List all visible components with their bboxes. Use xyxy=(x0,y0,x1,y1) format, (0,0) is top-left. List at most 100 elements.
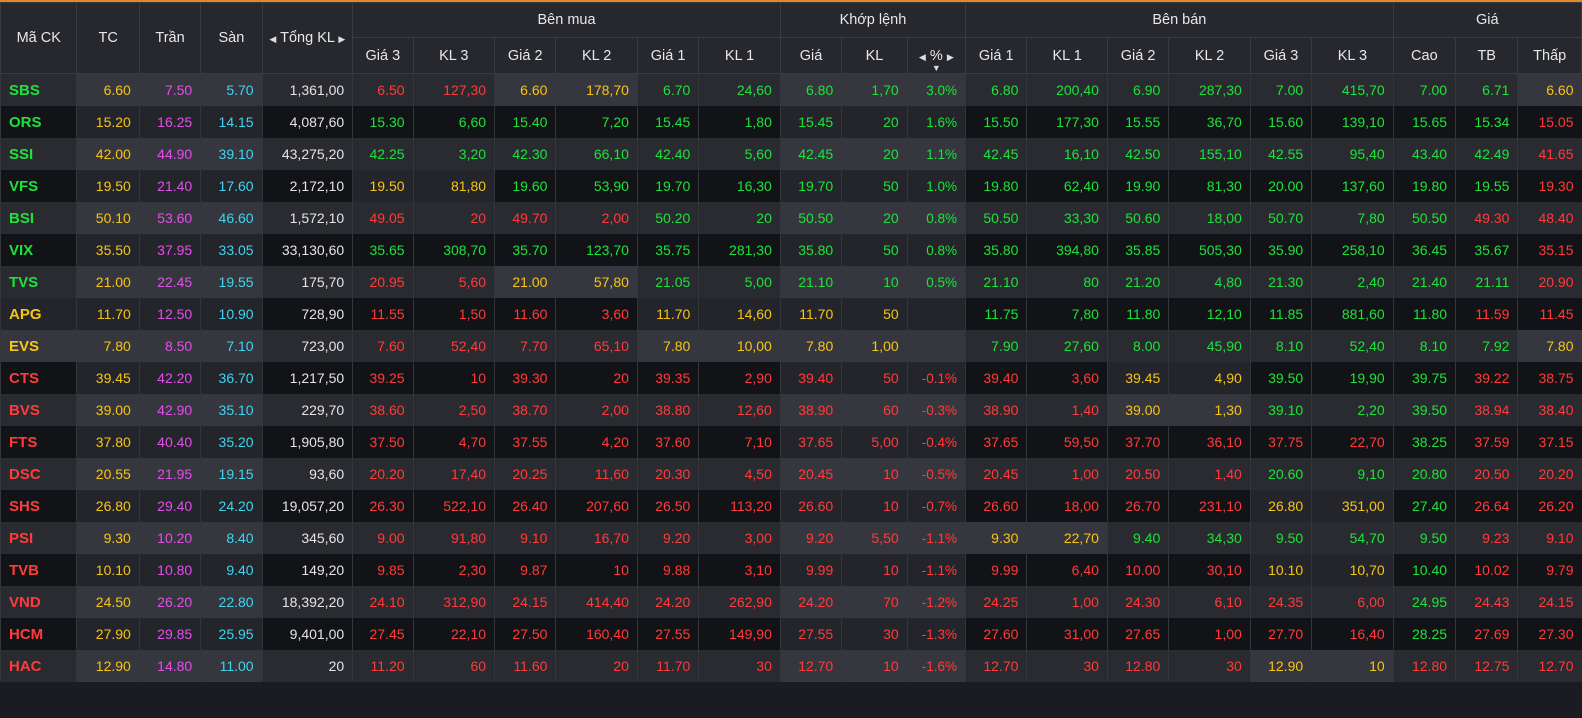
cell-buy-vol3[interactable]: 127,30 xyxy=(412,73,495,106)
cell-buy-price3[interactable]: 7.60 xyxy=(352,330,414,362)
cell-buy-vol1[interactable]: 14,60 xyxy=(698,298,781,330)
cell-sell-vol3[interactable]: 2,20 xyxy=(1311,394,1394,426)
cell-sell-price1[interactable]: 20.45 xyxy=(965,458,1027,490)
cell-buy-vol2[interactable]: 16,70 xyxy=(555,522,638,554)
cell-sell-vol1[interactable]: 18,00 xyxy=(1026,490,1108,522)
col-buy-vol1[interactable]: KL 1 xyxy=(698,37,781,74)
cell-symbol[interactable]: EVS xyxy=(0,330,77,362)
col-total-volume[interactable]: ◀ Tổng KL ▶ xyxy=(261,2,354,74)
cell-sell-price2[interactable]: 6.90 xyxy=(1106,73,1169,106)
cell-buy-vol1[interactable]: 12,60 xyxy=(698,394,781,426)
cell-buy-vol2[interactable]: 57,80 xyxy=(555,266,638,298)
cell-sell-vol2[interactable]: 30 xyxy=(1168,650,1251,682)
cell-buy-vol3[interactable]: 22,10 xyxy=(412,618,495,650)
cell-buy-vol2[interactable]: 414,40 xyxy=(555,586,638,618)
cell-symbol[interactable]: DSC xyxy=(0,458,77,490)
table-row[interactable]: EVS 7.80 8.50 7.10 723,00 7.60 52,40 7.70 65,10 7… xyxy=(0,330,1582,362)
cell-sell-vol1[interactable]: 31,00 xyxy=(1026,618,1108,650)
cell-buy-vol3[interactable]: 17,40 xyxy=(412,458,495,490)
cell-sell-vol1[interactable]: 1,40 xyxy=(1026,394,1108,426)
cell-sell-price1[interactable]: 6.80 xyxy=(965,73,1027,106)
table-row[interactable]: VIX 35.50 37.95 33.05 33,130,60 35.65 308,70 35… xyxy=(0,234,1582,266)
cell-symbol[interactable]: VIX xyxy=(0,234,77,266)
triangle-left-icon[interactable]: ◀ xyxy=(919,52,926,62)
cell-buy-price3[interactable]: 26.30 xyxy=(352,490,414,522)
table-row[interactable]: SBS 6.60 7.50 5.70 1,361,00 6.50 127,30 6.60 178… xyxy=(0,73,1582,106)
cell-sell-vol2[interactable]: 30,10 xyxy=(1168,554,1251,586)
cell-buy-vol1[interactable]: 4,50 xyxy=(698,458,781,490)
cell-buy-price2[interactable]: 21.00 xyxy=(494,266,556,298)
cell-buy-vol3[interactable]: 91,80 xyxy=(412,522,495,554)
cell-sell-vol1[interactable]: 6,40 xyxy=(1026,554,1108,586)
cell-sell-price3[interactable]: 9.50 xyxy=(1249,522,1312,554)
cell-symbol[interactable]: TVB xyxy=(0,554,77,586)
cell-sell-price2[interactable]: 20.50 xyxy=(1106,458,1169,490)
cell-buy-price2[interactable]: 39.30 xyxy=(494,362,556,394)
cell-buy-vol2[interactable]: 53,90 xyxy=(555,170,638,202)
cell-buy-price2[interactable]: 27.50 xyxy=(494,618,556,650)
cell-sell-price2[interactable]: 39.00 xyxy=(1106,394,1169,426)
cell-sell-price3[interactable]: 24.35 xyxy=(1249,586,1312,618)
cell-sell-vol1[interactable]: 200,40 xyxy=(1026,73,1108,106)
cell-buy-vol2[interactable]: 11,60 xyxy=(555,458,638,490)
cell-sell-vol1[interactable]: 30 xyxy=(1026,650,1108,682)
col-ref[interactable]: TC xyxy=(76,2,140,74)
cell-buy-vol1[interactable]: 262,90 xyxy=(698,586,781,618)
cell-sell-price3[interactable]: 39.10 xyxy=(1249,394,1312,426)
cell-sell-price1[interactable]: 24.25 xyxy=(965,586,1027,618)
cell-sell-vol3[interactable]: 16,40 xyxy=(1311,618,1394,650)
cell-sell-vol2[interactable]: 45,90 xyxy=(1168,330,1251,362)
table-row[interactable]: HCM 27.90 29.85 25.95 9,401,00 27.45 22,10 27.5… xyxy=(0,618,1582,650)
cell-symbol[interactable]: SBS xyxy=(0,73,77,106)
cell-sell-vol1[interactable]: 22,70 xyxy=(1026,522,1108,554)
cell-sell-price2[interactable]: 37.70 xyxy=(1106,426,1169,458)
cell-symbol[interactable]: SHS xyxy=(0,490,77,522)
cell-buy-vol1[interactable]: 3,00 xyxy=(698,522,781,554)
table-row[interactable]: VFS 19.50 21.40 17.60 2,172,10 19.50 81,80 19.6… xyxy=(0,170,1582,202)
cell-sell-vol3[interactable]: 19,90 xyxy=(1311,362,1394,394)
cell-buy-price2[interactable]: 35.70 xyxy=(494,234,556,266)
cell-sell-vol3[interactable]: 22,70 xyxy=(1311,426,1394,458)
cell-sell-price2[interactable]: 19.90 xyxy=(1106,170,1169,202)
cell-sell-vol3[interactable]: 415,70 xyxy=(1311,73,1394,106)
cell-sell-vol1[interactable]: 1,00 xyxy=(1026,458,1108,490)
cell-buy-vol3[interactable]: 2,50 xyxy=(412,394,495,426)
cell-symbol[interactable]: VND xyxy=(0,586,77,618)
cell-buy-price1[interactable]: 26.50 xyxy=(636,490,699,522)
cell-sell-price3[interactable]: 37.75 xyxy=(1249,426,1312,458)
cell-sell-price2[interactable]: 9.40 xyxy=(1106,522,1169,554)
cell-sell-vol2[interactable]: 4,80 xyxy=(1168,266,1251,298)
cell-buy-vol2[interactable]: 7,20 xyxy=(555,106,638,138)
cell-buy-vol2[interactable]: 3,60 xyxy=(555,298,638,330)
cell-sell-price2[interactable]: 21.20 xyxy=(1106,266,1169,298)
table-row[interactable]: HAC 12.90 14.80 11.00 20 11.20 60 11.60 20 11.70 3… xyxy=(0,650,1582,682)
col-symbol[interactable]: Mã CK xyxy=(0,2,78,74)
cell-sell-vol3[interactable]: 137,60 xyxy=(1311,170,1394,202)
cell-sell-vol1[interactable]: 59,50 xyxy=(1026,426,1108,458)
cell-buy-vol2[interactable]: 4,20 xyxy=(555,426,638,458)
cell-sell-vol1[interactable]: 27,60 xyxy=(1026,330,1108,362)
cell-buy-vol1[interactable]: 113,20 xyxy=(698,490,781,522)
cell-buy-vol2[interactable]: 160,40 xyxy=(555,618,638,650)
cell-buy-vol2[interactable]: 65,10 xyxy=(555,330,638,362)
cell-symbol[interactable]: BSI xyxy=(0,202,77,234)
cell-sell-price3[interactable]: 42.55 xyxy=(1249,138,1312,170)
cell-sell-price1[interactable]: 21.10 xyxy=(965,266,1027,298)
cell-sell-vol1[interactable]: 62,40 xyxy=(1026,170,1108,202)
cell-sell-price3[interactable]: 15.60 xyxy=(1249,106,1312,138)
cell-buy-price1[interactable]: 24.20 xyxy=(636,586,699,618)
cell-buy-price2[interactable]: 24.15 xyxy=(494,586,556,618)
cell-buy-price3[interactable]: 38.60 xyxy=(352,394,414,426)
cell-buy-vol1[interactable]: 5,60 xyxy=(698,138,781,170)
cell-sell-vol3[interactable]: 139,10 xyxy=(1311,106,1394,138)
cell-sell-vol1[interactable]: 177,30 xyxy=(1026,106,1108,138)
col-sell-price2[interactable]: Giá 2 xyxy=(1106,37,1170,74)
cell-sell-price3[interactable]: 11.85 xyxy=(1249,298,1312,330)
cell-sell-vol2[interactable]: 231,10 xyxy=(1168,490,1251,522)
cell-buy-price3[interactable]: 9.85 xyxy=(352,554,414,586)
cell-sell-price3[interactable]: 20.00 xyxy=(1249,170,1312,202)
cell-buy-vol3[interactable]: 20 xyxy=(412,202,495,234)
table-row[interactable]: ORS 15.20 16.25 14.15 4,087,60 15.30 6,60 15.40… xyxy=(0,106,1582,138)
cell-buy-price2[interactable]: 20.25 xyxy=(494,458,556,490)
cell-buy-price2[interactable]: 49.70 xyxy=(494,202,556,234)
